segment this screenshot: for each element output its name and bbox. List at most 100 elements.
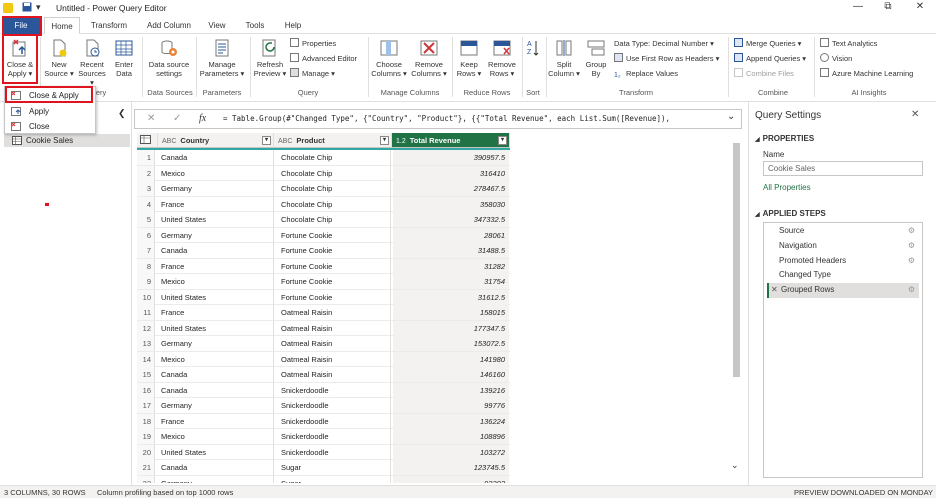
row-number[interactable]: 13 xyxy=(137,336,155,351)
table-row[interactable]: 5 United States Chocolate Chip 347332.5 xyxy=(137,212,510,228)
row-number[interactable]: 15 xyxy=(137,367,155,382)
table-row[interactable]: 10 United States Fortune Cookie 31612.5 xyxy=(137,289,510,305)
cell-total-revenue[interactable]: 31612.5 xyxy=(393,289,509,305)
cell-total-revenue[interactable]: 31754 xyxy=(393,274,509,289)
table-row[interactable]: 4 France Chocolate Chip 358030 xyxy=(137,196,510,212)
cell-country[interactable]: United States xyxy=(158,212,274,227)
tab-help[interactable]: Help xyxy=(278,17,308,34)
cell-product[interactable]: Chocolate Chip xyxy=(278,181,391,196)
cell-country[interactable]: France xyxy=(158,413,274,429)
cell-country[interactable]: France xyxy=(158,196,274,212)
table-row[interactable]: 22 Germany Sugar 92202 xyxy=(137,475,510,483)
quick-access-dropdown-icon[interactable]: ▾ xyxy=(36,2,41,13)
delete-step-icon[interactable]: ✕ xyxy=(771,283,778,298)
row-number[interactable]: 10 xyxy=(137,289,155,305)
cell-country[interactable]: Canada xyxy=(158,382,274,398)
recent-sources-button[interactable]: Recent Sources ▾ xyxy=(76,38,108,87)
cell-country[interactable]: Germany xyxy=(158,227,274,243)
cell-product[interactable]: Fortune Cookie xyxy=(278,274,391,289)
cell-country[interactable]: Canada xyxy=(158,243,274,258)
cell-country[interactable]: Canada xyxy=(158,460,274,475)
cell-product[interactable]: Sugar xyxy=(278,475,391,483)
cell-product[interactable]: Oatmeal Raisin xyxy=(278,367,391,382)
cell-country[interactable]: Canada xyxy=(158,150,274,165)
cell-country[interactable]: Germany xyxy=(158,398,274,413)
row-number[interactable]: 22 xyxy=(137,475,155,483)
table-row[interactable]: 18 France Snickerdoodle 136224 xyxy=(137,413,510,429)
row-number[interactable]: 9 xyxy=(137,274,155,289)
row-number[interactable]: 3 xyxy=(137,181,155,196)
expand-formula-icon[interactable]: ⌄ xyxy=(727,111,735,122)
formula-input[interactable]: = Table.Group(#"Changed Type", {"Country… xyxy=(223,114,723,123)
cell-total-revenue[interactable]: 139216 xyxy=(393,382,509,398)
cell-product[interactable]: Fortune Cookie xyxy=(278,289,391,305)
advanced-editor-button[interactable]: Advanced Editor xyxy=(290,53,357,65)
split-column-button[interactable]: Split Column ▾ xyxy=(548,38,580,78)
table-row[interactable]: 7 Canada Fortune Cookie 31488.5 xyxy=(137,243,510,259)
row-number[interactable]: 2 xyxy=(137,165,155,181)
scroll-down-icon[interactable]: ⌄ xyxy=(731,460,739,471)
table-row[interactable]: 8 France Fortune Cookie 31282 xyxy=(137,258,510,274)
cell-total-revenue[interactable]: 146160 xyxy=(393,367,509,382)
cell-product[interactable]: Chocolate Chip xyxy=(278,150,391,165)
query-name-input[interactable] xyxy=(763,161,923,176)
applied-step[interactable]: Promoted Headers ⚙ xyxy=(767,254,919,269)
save-icon[interactable] xyxy=(22,2,32,14)
text-type-icon[interactable]: ABC xyxy=(278,138,292,145)
applied-step[interactable]: Source ⚙ xyxy=(767,224,919,239)
row-number[interactable]: 7 xyxy=(137,243,155,258)
cell-total-revenue[interactable]: 316410 xyxy=(393,165,509,181)
tab-tools[interactable]: Tools xyxy=(238,17,272,34)
table-row[interactable]: 17 Germany Snickerdoodle 99776 xyxy=(137,398,510,414)
filter-dropdown-icon[interactable]: ▾ xyxy=(262,136,271,145)
decimal-type-icon[interactable]: 1.2 xyxy=(396,138,406,145)
new-source-button[interactable]: New Source ▾ xyxy=(44,38,74,78)
cell-product[interactable]: Fortune Cookie xyxy=(278,227,391,243)
cell-total-revenue[interactable]: 31488.5 xyxy=(393,243,509,258)
cell-total-revenue[interactable]: 347332.5 xyxy=(393,212,509,227)
cell-total-revenue[interactable]: 31282 xyxy=(393,258,509,274)
cell-total-revenue[interactable]: 136224 xyxy=(393,413,509,429)
cell-product[interactable]: Sugar xyxy=(278,460,391,475)
replace-values-button[interactable]: 1₂ Replace Values xyxy=(614,68,678,80)
cell-product[interactable]: Chocolate Chip xyxy=(278,212,391,227)
cell-product[interactable]: Fortune Cookie xyxy=(278,243,391,258)
table-row[interactable]: 3 Germany Chocolate Chip 278467.5 xyxy=(137,181,510,197)
cell-country[interactable]: France xyxy=(158,305,274,320)
cell-product[interactable]: Snickerdoodle xyxy=(278,398,391,413)
table-row[interactable]: 16 Canada Snickerdoodle 139216 xyxy=(137,382,510,398)
sort-ascending-button[interactable]: AZ xyxy=(524,38,542,62)
manage-parameters-button[interactable]: Manage Parameters ▾ xyxy=(198,38,246,78)
enter-data-button[interactable]: Enter Data xyxy=(110,38,138,78)
cell-product[interactable]: Snickerdoodle xyxy=(278,382,391,398)
gear-icon[interactable]: ⚙ xyxy=(908,283,915,298)
cell-country[interactable]: Germany xyxy=(158,181,274,196)
cell-total-revenue[interactable]: 278467.5 xyxy=(393,181,509,196)
cell-country[interactable]: Mexico xyxy=(158,351,274,367)
table-row[interactable]: 21 Canada Sugar 123745.5 xyxy=(137,460,510,476)
tab-add-column[interactable]: Add Column xyxy=(140,17,198,34)
table-row[interactable]: 13 Germany Oatmeal Raisin 153072.5 xyxy=(137,336,510,352)
row-number[interactable]: 12 xyxy=(137,320,155,336)
cell-total-revenue[interactable]: 153072.5 xyxy=(393,336,509,351)
cell-total-revenue[interactable]: 141980 xyxy=(393,351,509,367)
status-profiling[interactable]: Column profiling based on top 1000 rows xyxy=(97,488,233,497)
cell-total-revenue[interactable]: 108896 xyxy=(393,429,509,444)
table-row[interactable]: 20 United States Snickerdoodle 103272 xyxy=(137,444,510,460)
table-row[interactable]: 14 Mexico Oatmeal Raisin 141980 xyxy=(137,351,510,367)
row-number[interactable]: 8 xyxy=(137,258,155,274)
collapse-queries-icon[interactable]: ❮ xyxy=(118,108,126,119)
append-queries-button[interactable]: Append Queries ▾ xyxy=(734,53,806,65)
cell-product[interactable]: Oatmeal Raisin xyxy=(278,351,391,367)
row-number[interactable]: 21 xyxy=(137,460,155,475)
remove-columns-button[interactable]: Remove Columns ▾ xyxy=(410,38,448,78)
text-analytics-button[interactable]: Text Analytics xyxy=(820,38,877,50)
cell-total-revenue[interactable]: 99776 xyxy=(393,398,509,413)
cell-product[interactable]: Oatmeal Raisin xyxy=(278,320,391,336)
tab-home[interactable]: Home xyxy=(44,17,80,34)
cell-total-revenue[interactable]: 358030 xyxy=(393,196,509,212)
cell-total-revenue[interactable]: 92202 xyxy=(393,475,509,483)
gear-icon[interactable]: ⚙ xyxy=(908,254,915,269)
tab-transform[interactable]: Transform xyxy=(84,17,134,34)
group-by-button[interactable]: Group By xyxy=(582,38,610,78)
